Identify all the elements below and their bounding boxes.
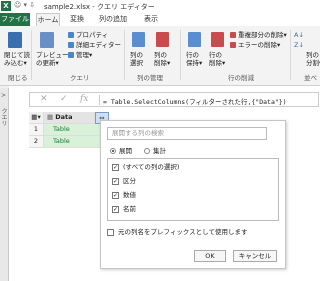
remove-errors-icon (230, 42, 236, 48)
formula-bar: ✕ ✓ fx = Table.SelectColumns(フィルターされた行,{… (29, 92, 319, 107)
refresh-icon[interactable] (40, 32, 54, 48)
expand-radio[interactable] (110, 148, 116, 154)
manage-icon (68, 52, 74, 58)
table-menu-icon[interactable]: ▦▾ (29, 112, 44, 124)
fx-icon[interactable]: fx (80, 94, 88, 104)
aggregate-radio[interactable] (144, 148, 150, 154)
queries-pane-label: クエリ (0, 108, 7, 126)
column-label[interactable]: 区分 (123, 177, 136, 185)
divider (290, 30, 291, 80)
column-checkbox-kubun[interactable]: ✓ (112, 178, 119, 185)
group-label-query: クエリ (70, 74, 90, 82)
group-label-close: 閉じる (8, 74, 28, 82)
remove-errors-button[interactable]: エラーの削除▾ (238, 41, 280, 49)
divider (31, 30, 32, 80)
expand-columns-popup: 展開する列の検索 展開 集計 ✓ (すべての列の選択) ✓ 区分 ✓ 数値 ✓ … (100, 120, 286, 269)
window-title: sample2.xlsx - クエリ エディター (44, 3, 155, 11)
group-label-manage-columns: 列の管理 (137, 74, 163, 82)
prefix-checkbox[interactable] (107, 229, 114, 236)
column-label[interactable]: 名前 (123, 205, 136, 213)
tab-transform[interactable]: 変換 (66, 13, 88, 26)
expand-radio-label[interactable]: 展開 (119, 147, 132, 155)
properties-button[interactable]: プロパティ (76, 31, 108, 39)
queries-pane[interactable]: > クエリ (0, 88, 9, 281)
refresh-preview-button[interactable]: プレビュー の更新▾ (36, 51, 69, 67)
choose-columns-icon[interactable] (132, 32, 145, 47)
select-all-checkbox[interactable]: ✓ (112, 164, 119, 171)
cancel-button[interactable]: キャンセル (233, 250, 277, 262)
remove-duplicates-icon (230, 32, 236, 38)
remove-duplicates-button[interactable]: 重複部分の削除▾ (238, 31, 287, 39)
column-checkbox-suuchi[interactable]: ✓ (112, 192, 119, 199)
close-load-button[interactable]: 閉じて読 み込む▾ (4, 51, 30, 67)
column-checkbox-namae[interactable]: ✓ (112, 206, 119, 213)
divider (99, 95, 100, 105)
ok-button[interactable]: OK (194, 250, 226, 262)
ribbon-tabs: ファイル ホーム 変換 列の追加 表示 (0, 13, 320, 26)
prefix-checkbox-label[interactable]: 元の列名をプレフィックスとして使用します (118, 228, 247, 236)
title-bar: X ☺ ▾ ⇩ sample2.xlsx - クエリ エディター (0, 0, 320, 13)
tab-view[interactable]: 表示 (140, 13, 162, 26)
tab-file[interactable]: ファイル (0, 13, 30, 26)
quick-access-toolbar[interactable]: ☺ ▾ ⇩ (14, 1, 35, 9)
remove-columns-button[interactable]: 列の 削除▾ (154, 51, 170, 67)
confirm-formula-icon[interactable]: ✓ (60, 94, 68, 104)
remove-rows-button[interactable]: 行の 削除▾ (209, 51, 225, 67)
cancel-formula-icon[interactable]: ✕ (40, 94, 48, 104)
divider (180, 30, 181, 80)
row-number: 2 (29, 136, 44, 148)
remove-rows-icon[interactable] (211, 32, 224, 47)
formula-input[interactable]: = Table.SelectColumns(フィルターされた行,{"Data"}… (103, 96, 287, 106)
remove-columns-icon[interactable] (156, 32, 169, 47)
keep-rows-icon[interactable] (188, 32, 201, 47)
column-list: ✓ (すべての列の選択) ✓ 区分 ✓ 数値 ✓ 名前 (107, 158, 279, 221)
manage-button[interactable]: 管理▾ (76, 51, 92, 59)
group-label-sort: 並べ (304, 74, 317, 82)
split-column-button[interactable]: 列の分割▾ (306, 51, 320, 67)
sort-descending-button[interactable]: Z↓ (294, 41, 304, 49)
properties-icon (68, 32, 74, 38)
column-label[interactable]: 数値 (123, 191, 136, 199)
choose-columns-button[interactable]: 列の 選択 (130, 51, 143, 67)
ribbon: 閉じて読 み込む▾ プレビュー の更新▾ プロパティ 詳細エディター 管理▾ 列の選… (0, 26, 320, 86)
keep-rows-button[interactable]: 行の 保持▾ (186, 51, 202, 67)
excel-icon: X (1, 1, 11, 11)
close-load-icon[interactable] (8, 32, 22, 48)
tab-home[interactable]: ホーム (36, 13, 60, 26)
column-header-data[interactable]: ▦ Data (44, 112, 95, 124)
divider (124, 30, 125, 80)
expand-arrow-icon[interactable]: > (1, 92, 6, 99)
row-number: 1 (29, 124, 44, 136)
group-label-reduce-rows: 行の削減 (228, 74, 254, 82)
select-all-label[interactable]: (すべての列の選択) (123, 163, 179, 171)
advanced-editor-icon (68, 42, 74, 48)
tab-add-column[interactable]: 列の追加 (96, 13, 130, 26)
data-grid: ▦▾ ▦ Data ⇔ 1 Table 2 Table (29, 112, 109, 152)
aggregate-radio-label[interactable]: 集計 (153, 147, 166, 155)
sort-ascending-button[interactable]: A↓ (294, 31, 304, 39)
advanced-editor-button[interactable]: 詳細エディター (76, 41, 121, 49)
column-search-input[interactable]: 展開する列の検索 (107, 127, 267, 140)
